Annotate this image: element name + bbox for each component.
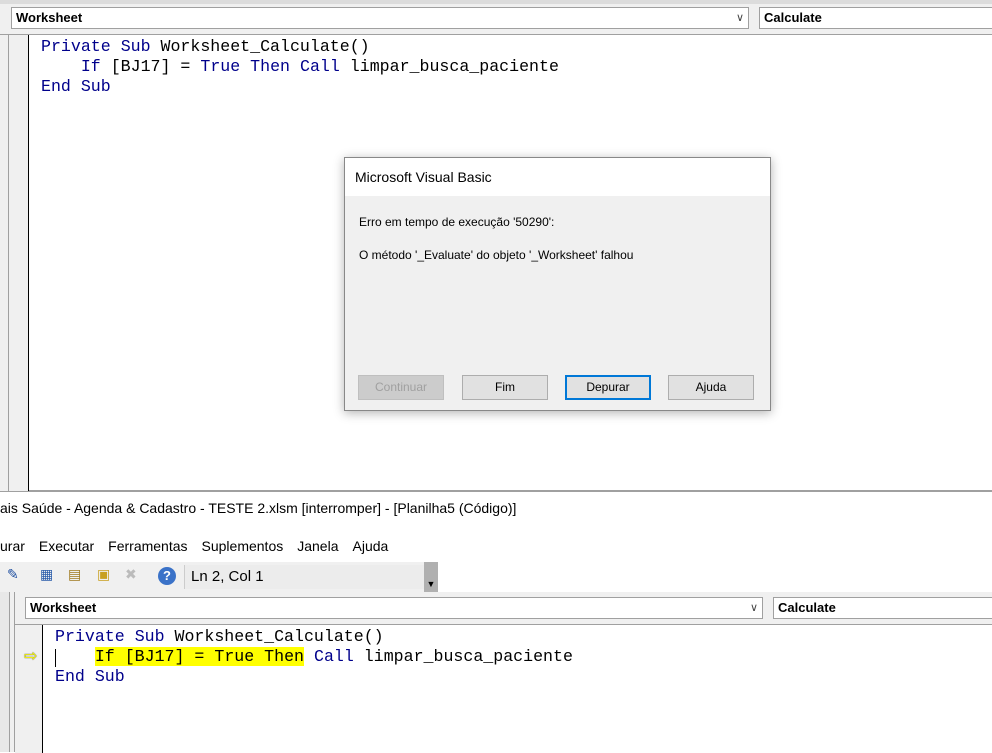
help-button[interactable]: Ajuda [668,375,754,400]
code-line-1: Private Sub Worksheet_Calculate() [41,37,370,56]
toolbar-overflow-icon[interactable]: ▼ [424,562,438,592]
bottom-procedure-combo[interactable]: Calculate [773,597,992,619]
project-panel-edge [0,592,10,752]
execution-arrow-icon: ⇨ [24,648,38,665]
error-dialog: Microsoft Visual Basic Erro em tempo de … [344,157,771,411]
dialog-title: Microsoft Visual Basic [345,158,770,196]
menu-ajuda[interactable]: Ajuda [353,538,389,554]
window-title: ais Saúde - Agenda & Cadastro - TESTE 2.… [0,500,517,516]
bottom-procedure-combo-value: Calculate [778,600,836,615]
bottom-code-line-1: Private Sub Worksheet_Calculate() [55,627,384,646]
menu-janela[interactable]: Janela [297,538,338,554]
object-browser-icon[interactable]: ▣ [97,566,110,583]
chevron-down-icon: ∨ [749,602,758,614]
code-line-3: End Sub [41,77,111,96]
debug-button[interactable]: Depurar [565,375,651,400]
menu-ferramentas[interactable]: Ferramentas [108,538,187,554]
menu-bar: urar Executar Ferramentas Suplementos Janela… [0,530,992,562]
bottom-margin-bar [15,625,43,753]
toolbar: ✎ ▦ ▤ ▣ ✖ ? Ln 2, Col 1 ▼ [0,562,438,592]
code-line-2: If [BJ17] = True Then Call limpar_busca_… [80,57,559,76]
bottom-object-combo[interactable]: Worksheet ∨ [25,597,763,619]
error-message-text: O método '_Evaluate' do objeto '_Workshe… [359,248,634,262]
chevron-down-icon: ∨ [735,12,744,24]
error-code-text: Erro em tempo de execução '50290': [359,215,555,229]
bottom-code-line-3: End Sub [55,667,125,686]
design-mode-icon[interactable]: ✎ [7,566,19,583]
bottom-code-window: Worksheet ∨ Calculate ⇨ Private Sub Works… [0,592,992,753]
window-top-edge [0,0,992,4]
bottom-code-line-2: If [BJ17] = True Then Call limpar_busca_… [94,647,573,666]
toolbox-icon[interactable]: ✖ [125,566,137,583]
object-combo-value: Worksheet [16,10,83,25]
properties-icon[interactable]: ▤ [68,566,81,583]
current-statement-highlight: If [BJ17] = True Then [94,647,305,666]
end-button[interactable]: Fim [462,375,548,400]
procedure-combo-value: Calculate [764,10,822,25]
cursor-position: Ln 2, Col 1 [184,565,424,589]
margin-indicator-bar [0,35,29,491]
menu-suplementos[interactable]: Suplementos [202,538,284,554]
procedure-combo[interactable]: Calculate [759,7,992,29]
project-explorer-icon[interactable]: ▦ [40,566,53,583]
menu-executar[interactable]: Executar [39,538,94,554]
menu-depurar[interactable]: urar [0,538,25,554]
bottom-code-editor[interactable]: ⇨ Private Sub Worksheet_Calculate() If [… [15,624,992,753]
help-icon[interactable]: ? [158,567,176,585]
continue-button[interactable]: Continuar [358,375,444,400]
bottom-object-combo-value: Worksheet [30,600,97,615]
object-combo[interactable]: Worksheet ∨ [11,7,749,29]
